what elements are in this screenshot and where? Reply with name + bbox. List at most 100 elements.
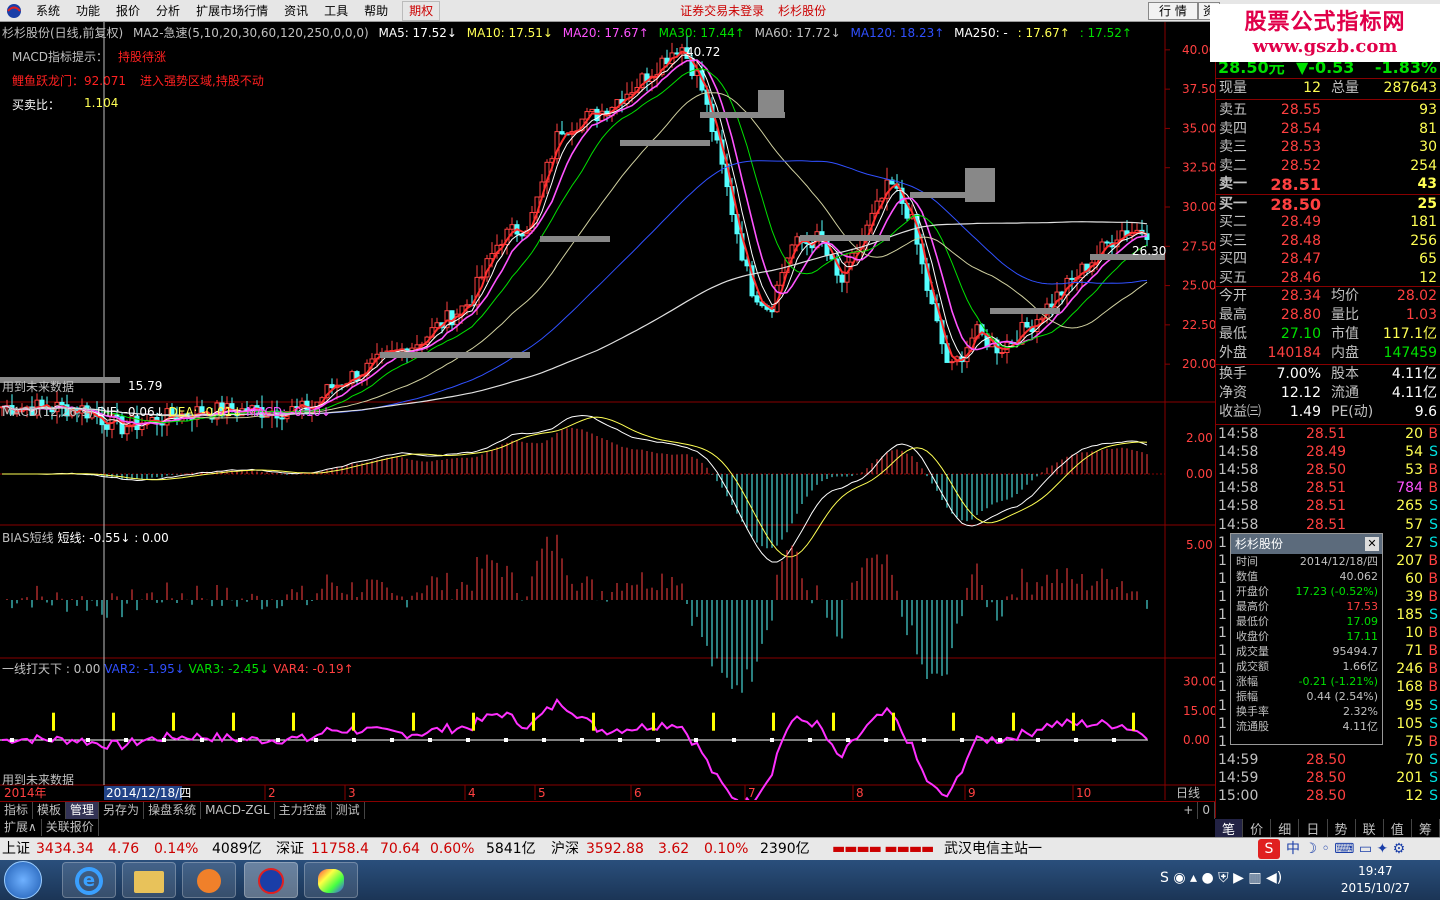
popup-value: 0.44 (2.54%) [1306,690,1378,703]
stat-row: 最高 28.80 量比 1.03 [1216,306,1440,325]
right-tab[interactable]: 筹 [1412,819,1440,838]
sz-value[interactable]: 11758.4 [311,838,369,860]
media-player-icon[interactable] [182,862,236,898]
indicator-tab[interactable]: 测试 [332,802,365,819]
tick-time: 14:58 [1218,498,1259,515]
macd-panel[interactable] [0,414,1165,563]
book-volume: 81 [1419,120,1437,137]
popup-value: 40.062 [1339,570,1379,583]
right-tab[interactable]: 联 [1356,819,1384,838]
zero-indicator-icon[interactable]: 0 [1198,802,1215,819]
tray-icons[interactable]: S ◉ ▴ ● ⛨ ▶ ▥ ◀) [1160,870,1282,886]
tick-side: S [1429,607,1438,623]
tick-volume: 12 [1405,788,1423,804]
book-label: 卖二 [1219,157,1247,174]
ext-tab[interactable]: 关联报价 [42,819,99,836]
site-watermark: 股票公式指标网 www.gszb.com [1210,4,1440,62]
right-tab[interactable]: 势 [1328,819,1356,838]
macd-name: MACD(12,26,9) [2,405,94,419]
kline-info-popup[interactable]: 杉杉股份 ✕ 时间 2014/12/18/四 数值 40.062 开盘价 17.23 (-… [1230,533,1383,745]
indicator-tab[interactable]: 模板 [33,802,67,819]
indicator-tab[interactable]: MACD-ZGL [201,802,275,819]
yxtx-dot [48,738,52,742]
stat-b: 1.49 [1289,404,1321,420]
indicator-tab[interactable]: 操盘系统 [144,802,202,819]
macd-dif: DIF: -0.06↓ [96,405,165,419]
yxtx-signal-bar [1132,712,1135,731]
menu-analysis[interactable]: 分析 [148,0,188,22]
volume-row: 现量 12 总量 287643 [1216,79,1440,98]
popup-key: 涨幅 [1236,675,1258,688]
right-tab[interactable]: 笔 [1215,819,1244,838]
ext-tab[interactable]: 扩展∧ [0,819,42,836]
ask-row-2: 卖二 28.52 254 [1216,157,1440,176]
ma120-value: MA120: 18.23↑ [850,26,945,40]
ime-s-icon[interactable]: S [1258,839,1280,859]
book-label: 卖一 [1219,176,1247,193]
book-label: 卖五 [1219,102,1247,118]
right-tab[interactable]: 细 [1271,819,1300,838]
tick-volume: 53 [1405,462,1423,479]
start-button-icon[interactable] [4,861,42,899]
menu-news[interactable]: 资讯 [276,0,316,22]
yxtx-dot [86,738,90,742]
ie-browser-icon[interactable]: e [62,862,116,898]
windows-taskbar: e S ◉ ▴ ● ⛨ ▶ ▥ ◀) 19:47 2015/10/27 [0,860,1440,900]
tick-time: 1 [1218,588,1227,605]
macd-tick-label: 0.00 [1186,467,1213,481]
stat-a: 今开 [1219,288,1247,304]
menu-help[interactable]: 帮助 [356,0,396,22]
yxtx-signal-bar [1012,712,1015,731]
menu-tools[interactable]: 工具 [316,0,356,22]
add-indicator-icon[interactable]: + [1179,802,1199,819]
close-icon[interactable]: ✕ [1365,537,1379,551]
menu-function[interactable]: 功能 [68,0,108,22]
sh-value[interactable]: 3434.34 [36,838,94,860]
system-clock[interactable]: 19:47 2015/10/27 [1341,863,1410,897]
indicator-tab[interactable]: 主力控盘 [275,802,332,819]
candle-body [104,424,110,430]
clock-date: 2015/10/27 [1340,881,1410,895]
paint-app-icon[interactable] [304,862,358,898]
file-explorer-icon[interactable] [122,862,176,898]
right-tab[interactable]: 日 [1299,819,1328,838]
stat-row: 今开 28.34 均价 28.02 [1216,287,1440,306]
stock-app-taskbar-icon[interactable] [244,862,298,898]
stat-d: 117.1亿 [1382,326,1437,342]
price-panel[interactable] [0,35,1165,441]
right-tab[interactable]: 值 [1384,819,1412,838]
yxtx-signal-bar [1072,712,1075,731]
menu-system[interactable]: 系统 [28,0,68,22]
tick-side: B [1428,480,1438,497]
menu-ext-market[interactable]: 扩展市场行情 [188,0,276,22]
popup-key: 流通股 [1236,720,1269,733]
book-volume: 93 [1419,102,1437,118]
right-tab[interactable]: 价 [1243,819,1272,838]
stat-d: 147459 [1383,345,1437,361]
yxtx-dot [1112,738,1116,742]
indicator-tab[interactable]: 管理 [66,802,100,819]
yxtx-dot [200,738,204,742]
trade-login-notice[interactable]: 证券交易未登录 [680,2,764,19]
server-name[interactable]: 武汉电信主站一 [944,838,1042,860]
candle-body [464,304,470,307]
quote-mode-button[interactable]: 行 情 [1148,2,1198,20]
ma-formula[interactable]: MA2-急速(5,10,20,30,60,120,250,0,0,0) [133,26,369,40]
yxtx-dot [960,738,964,742]
menu-options[interactable]: 期权 [402,0,441,21]
yxtx-signal-bar [652,712,655,731]
indicator-tab[interactable]: 指标 [0,802,34,819]
popup-header[interactable]: 杉杉股份 ✕ [1231,534,1382,554]
candle-body [839,274,845,283]
candle-body [1104,241,1110,244]
candle-body [1024,321,1030,328]
menu-quote[interactable]: 报价 [108,0,148,22]
hs-value[interactable]: 3592.88 [586,838,644,860]
popup-value: -0.21 (-1.21%) [1298,675,1378,688]
app-logo-icon[interactable] [4,2,24,20]
indicator-tab[interactable]: 另存为 [99,802,145,819]
book-label: 买五 [1219,269,1247,286]
yxtx-dot [884,738,888,742]
book-volume: 12 [1419,269,1437,286]
ime-status-icons[interactable]: 中 ☽ ◦ ⌨ ▭ ✦ ⚙ [1286,838,1405,860]
